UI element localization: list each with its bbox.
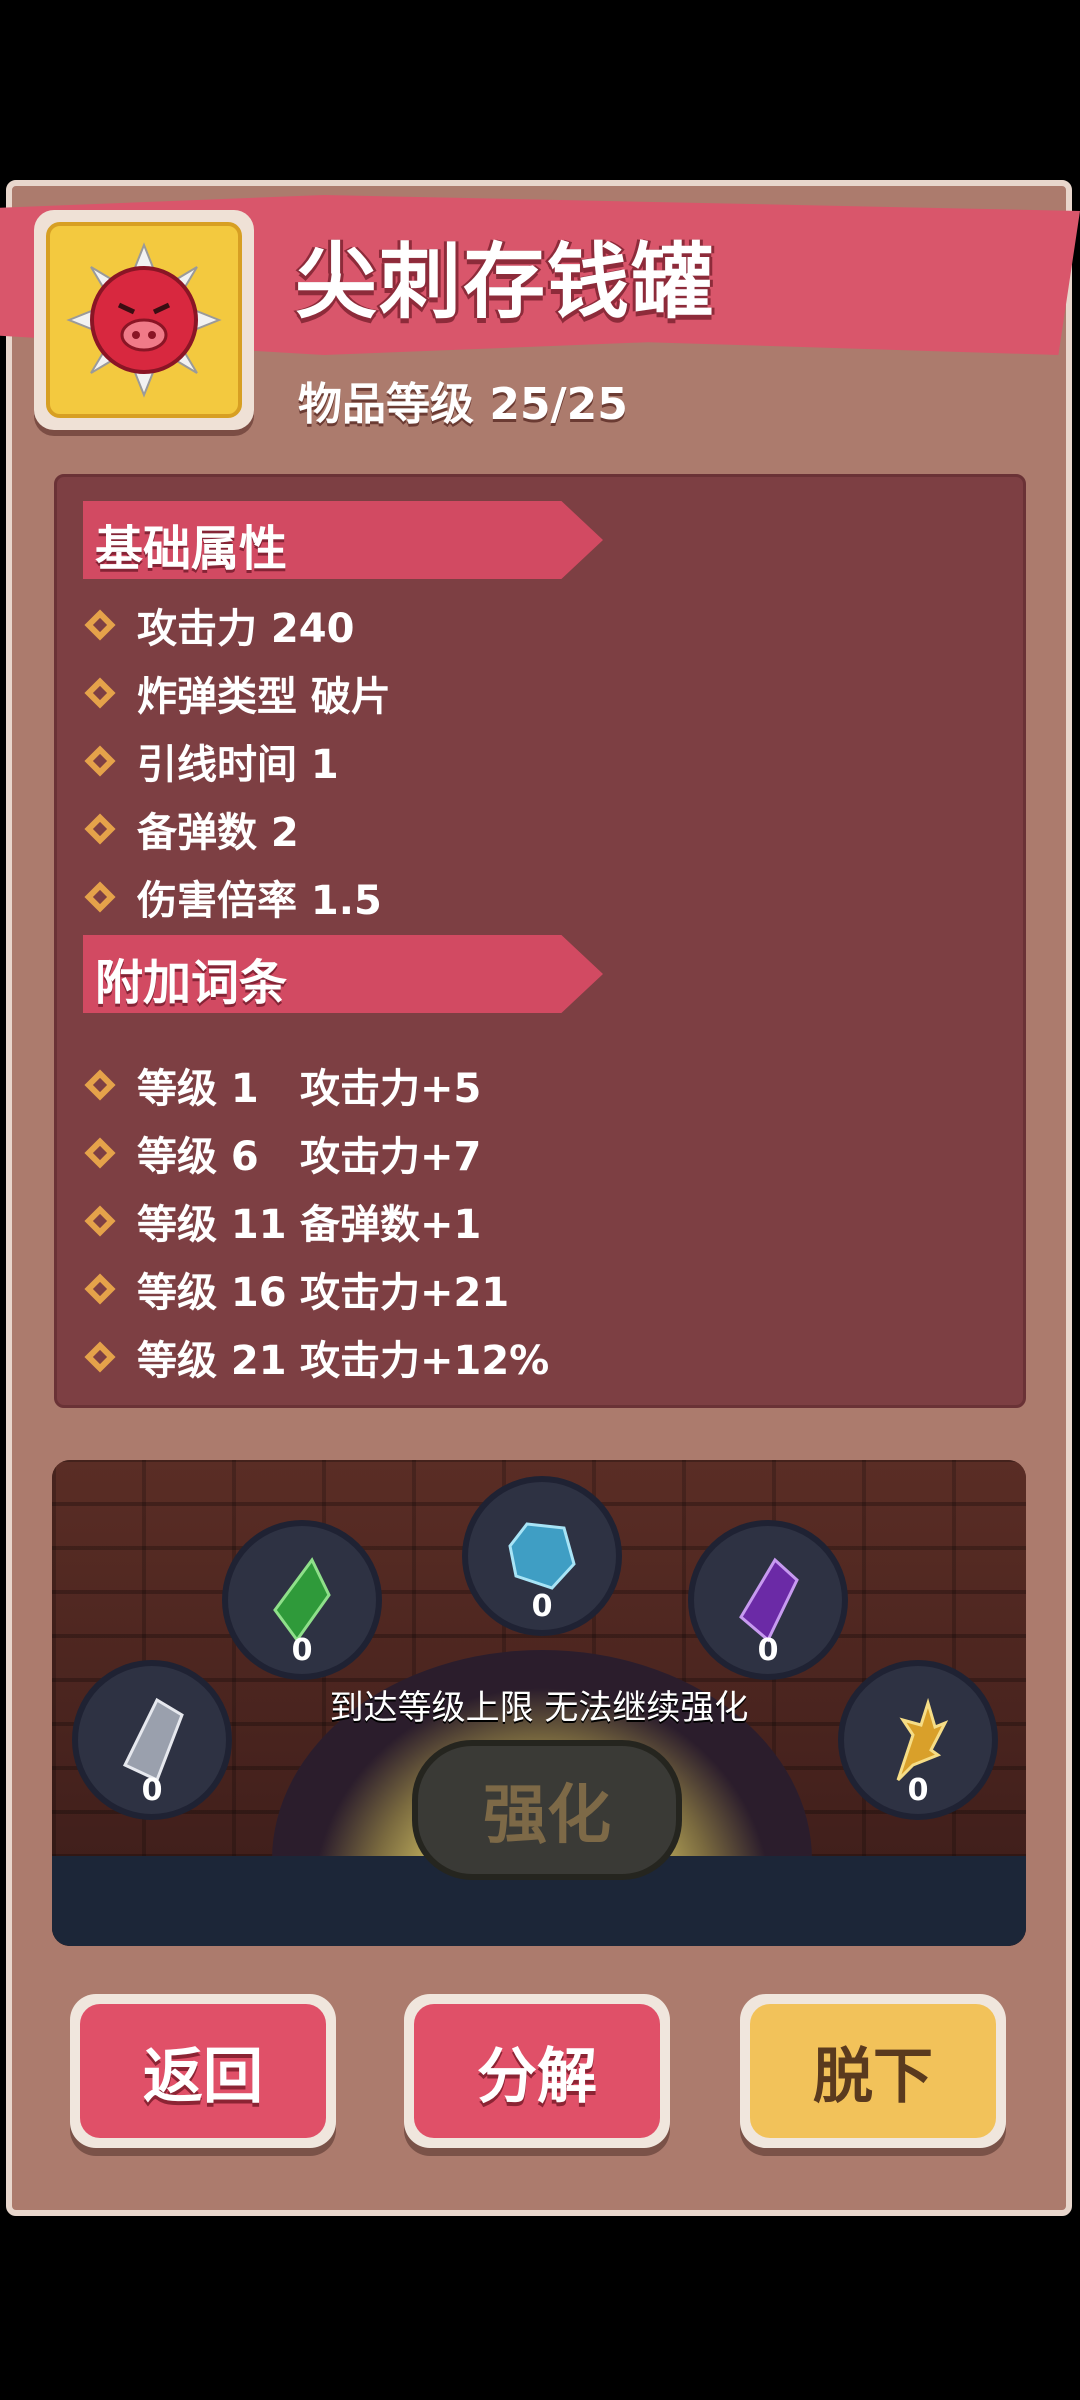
affix-effect: 攻击力+5 bbox=[300, 1066, 482, 1112]
affix-level: 等级 11 bbox=[137, 1202, 287, 1248]
stat-text: 引线时间 1 bbox=[137, 742, 339, 788]
stat-text: 备弹数 2 bbox=[137, 810, 299, 856]
affix-level: 等级 6 bbox=[137, 1134, 259, 1180]
affix-row: 等级 6 攻击力+7 bbox=[79, 1123, 481, 1183]
max-level-message: 到达等级上限 无法继续强化 bbox=[329, 1688, 749, 1728]
affix-effect: 备弹数+1 bbox=[300, 1202, 482, 1248]
stat-text: 攻击力 240 bbox=[137, 606, 355, 652]
stat-row: 备弹数 2 bbox=[79, 799, 299, 859]
diamond-bullet-icon bbox=[84, 1205, 116, 1237]
back-button-label: 返回 bbox=[80, 2004, 326, 2138]
affix-row: 等级 11 备弹数+1 bbox=[79, 1191, 481, 1251]
diamond-bullet-icon bbox=[84, 881, 116, 913]
slot-count: 0 bbox=[757, 1633, 779, 1668]
unequip-button[interactable]: 脱下 bbox=[740, 1994, 1006, 2148]
item-level: 物品等级 25/25 bbox=[298, 379, 628, 430]
enhance-button[interactable]: 强化 bbox=[412, 1740, 682, 1880]
affix-effect: 攻击力+21 bbox=[300, 1270, 510, 1316]
item-name: 尖刺存钱罐 bbox=[295, 235, 716, 330]
affix-level: 等级 1 bbox=[137, 1066, 259, 1112]
stat-row: 引线时间 1 bbox=[79, 731, 339, 791]
slot-count: 0 bbox=[141, 1773, 163, 1808]
unequip-button-label: 脱下 bbox=[750, 2004, 996, 2138]
enhance-area: 0 0 0 0 0 到达等级上限 无法继续强化 强化 bbox=[52, 1460, 1026, 1946]
slot-count: 0 bbox=[907, 1773, 929, 1808]
diamond-bullet-icon bbox=[84, 677, 116, 709]
slot-count: 0 bbox=[531, 1589, 553, 1624]
stat-row: 炸弹类型 破片 bbox=[79, 663, 391, 723]
stat-text: 伤害倍率 1.5 bbox=[137, 878, 382, 924]
affix-effect: 攻击力+12% bbox=[300, 1338, 550, 1384]
affixes-header: 附加词条 bbox=[83, 935, 603, 1013]
diamond-bullet-icon bbox=[84, 1341, 116, 1373]
affixes-header-label: 附加词条 bbox=[95, 955, 288, 1011]
affix-row: 等级 16 攻击力+21 bbox=[79, 1259, 509, 1319]
diamond-bullet-icon bbox=[84, 1273, 116, 1305]
affix-effect: 攻击力+7 bbox=[300, 1134, 482, 1180]
diamond-bullet-icon bbox=[84, 813, 116, 845]
diamond-bullet-icon bbox=[84, 745, 116, 777]
green-crystal-icon bbox=[273, 1557, 331, 1643]
item-icon-frame bbox=[34, 210, 254, 430]
diamond-bullet-icon bbox=[84, 1069, 116, 1101]
affix-level: 等级 21 bbox=[137, 1338, 287, 1384]
stat-text: 炸弹类型 破片 bbox=[137, 674, 391, 720]
base-stats-header-label: 基础属性 bbox=[95, 521, 288, 577]
stat-row: 伤害倍率 1.5 bbox=[79, 867, 382, 927]
material-slot-blue[interactable]: 0 bbox=[462, 1476, 622, 1636]
stat-row: 攻击力 240 bbox=[79, 595, 354, 655]
stats-panel: 基础属性 攻击力 240 炸弹类型 破片 引线时间 1 备弹数 2 伤害倍率 1… bbox=[54, 474, 1026, 1408]
material-slot-green[interactable]: 0 bbox=[222, 1520, 382, 1680]
affix-row: 等级 1 攻击力+5 bbox=[79, 1055, 481, 1115]
blue-crystal-icon bbox=[508, 1522, 576, 1590]
decompose-button-label: 分解 bbox=[414, 2004, 660, 2138]
decompose-button[interactable]: 分解 bbox=[404, 1994, 670, 2148]
diamond-bullet-icon bbox=[84, 609, 116, 641]
affix-row: 等级 21 攻击力+12% bbox=[79, 1327, 549, 1387]
spiky-piggy-bank-icon bbox=[46, 222, 242, 418]
back-button[interactable]: 返回 bbox=[70, 1994, 336, 2148]
diamond-bullet-icon bbox=[84, 1137, 116, 1169]
slot-count: 0 bbox=[291, 1633, 313, 1668]
base-stats-header: 基础属性 bbox=[83, 501, 603, 579]
material-slot-purple[interactable]: 0 bbox=[688, 1520, 848, 1680]
affix-level: 等级 16 bbox=[137, 1270, 287, 1316]
purple-crystal-icon bbox=[739, 1557, 799, 1643]
